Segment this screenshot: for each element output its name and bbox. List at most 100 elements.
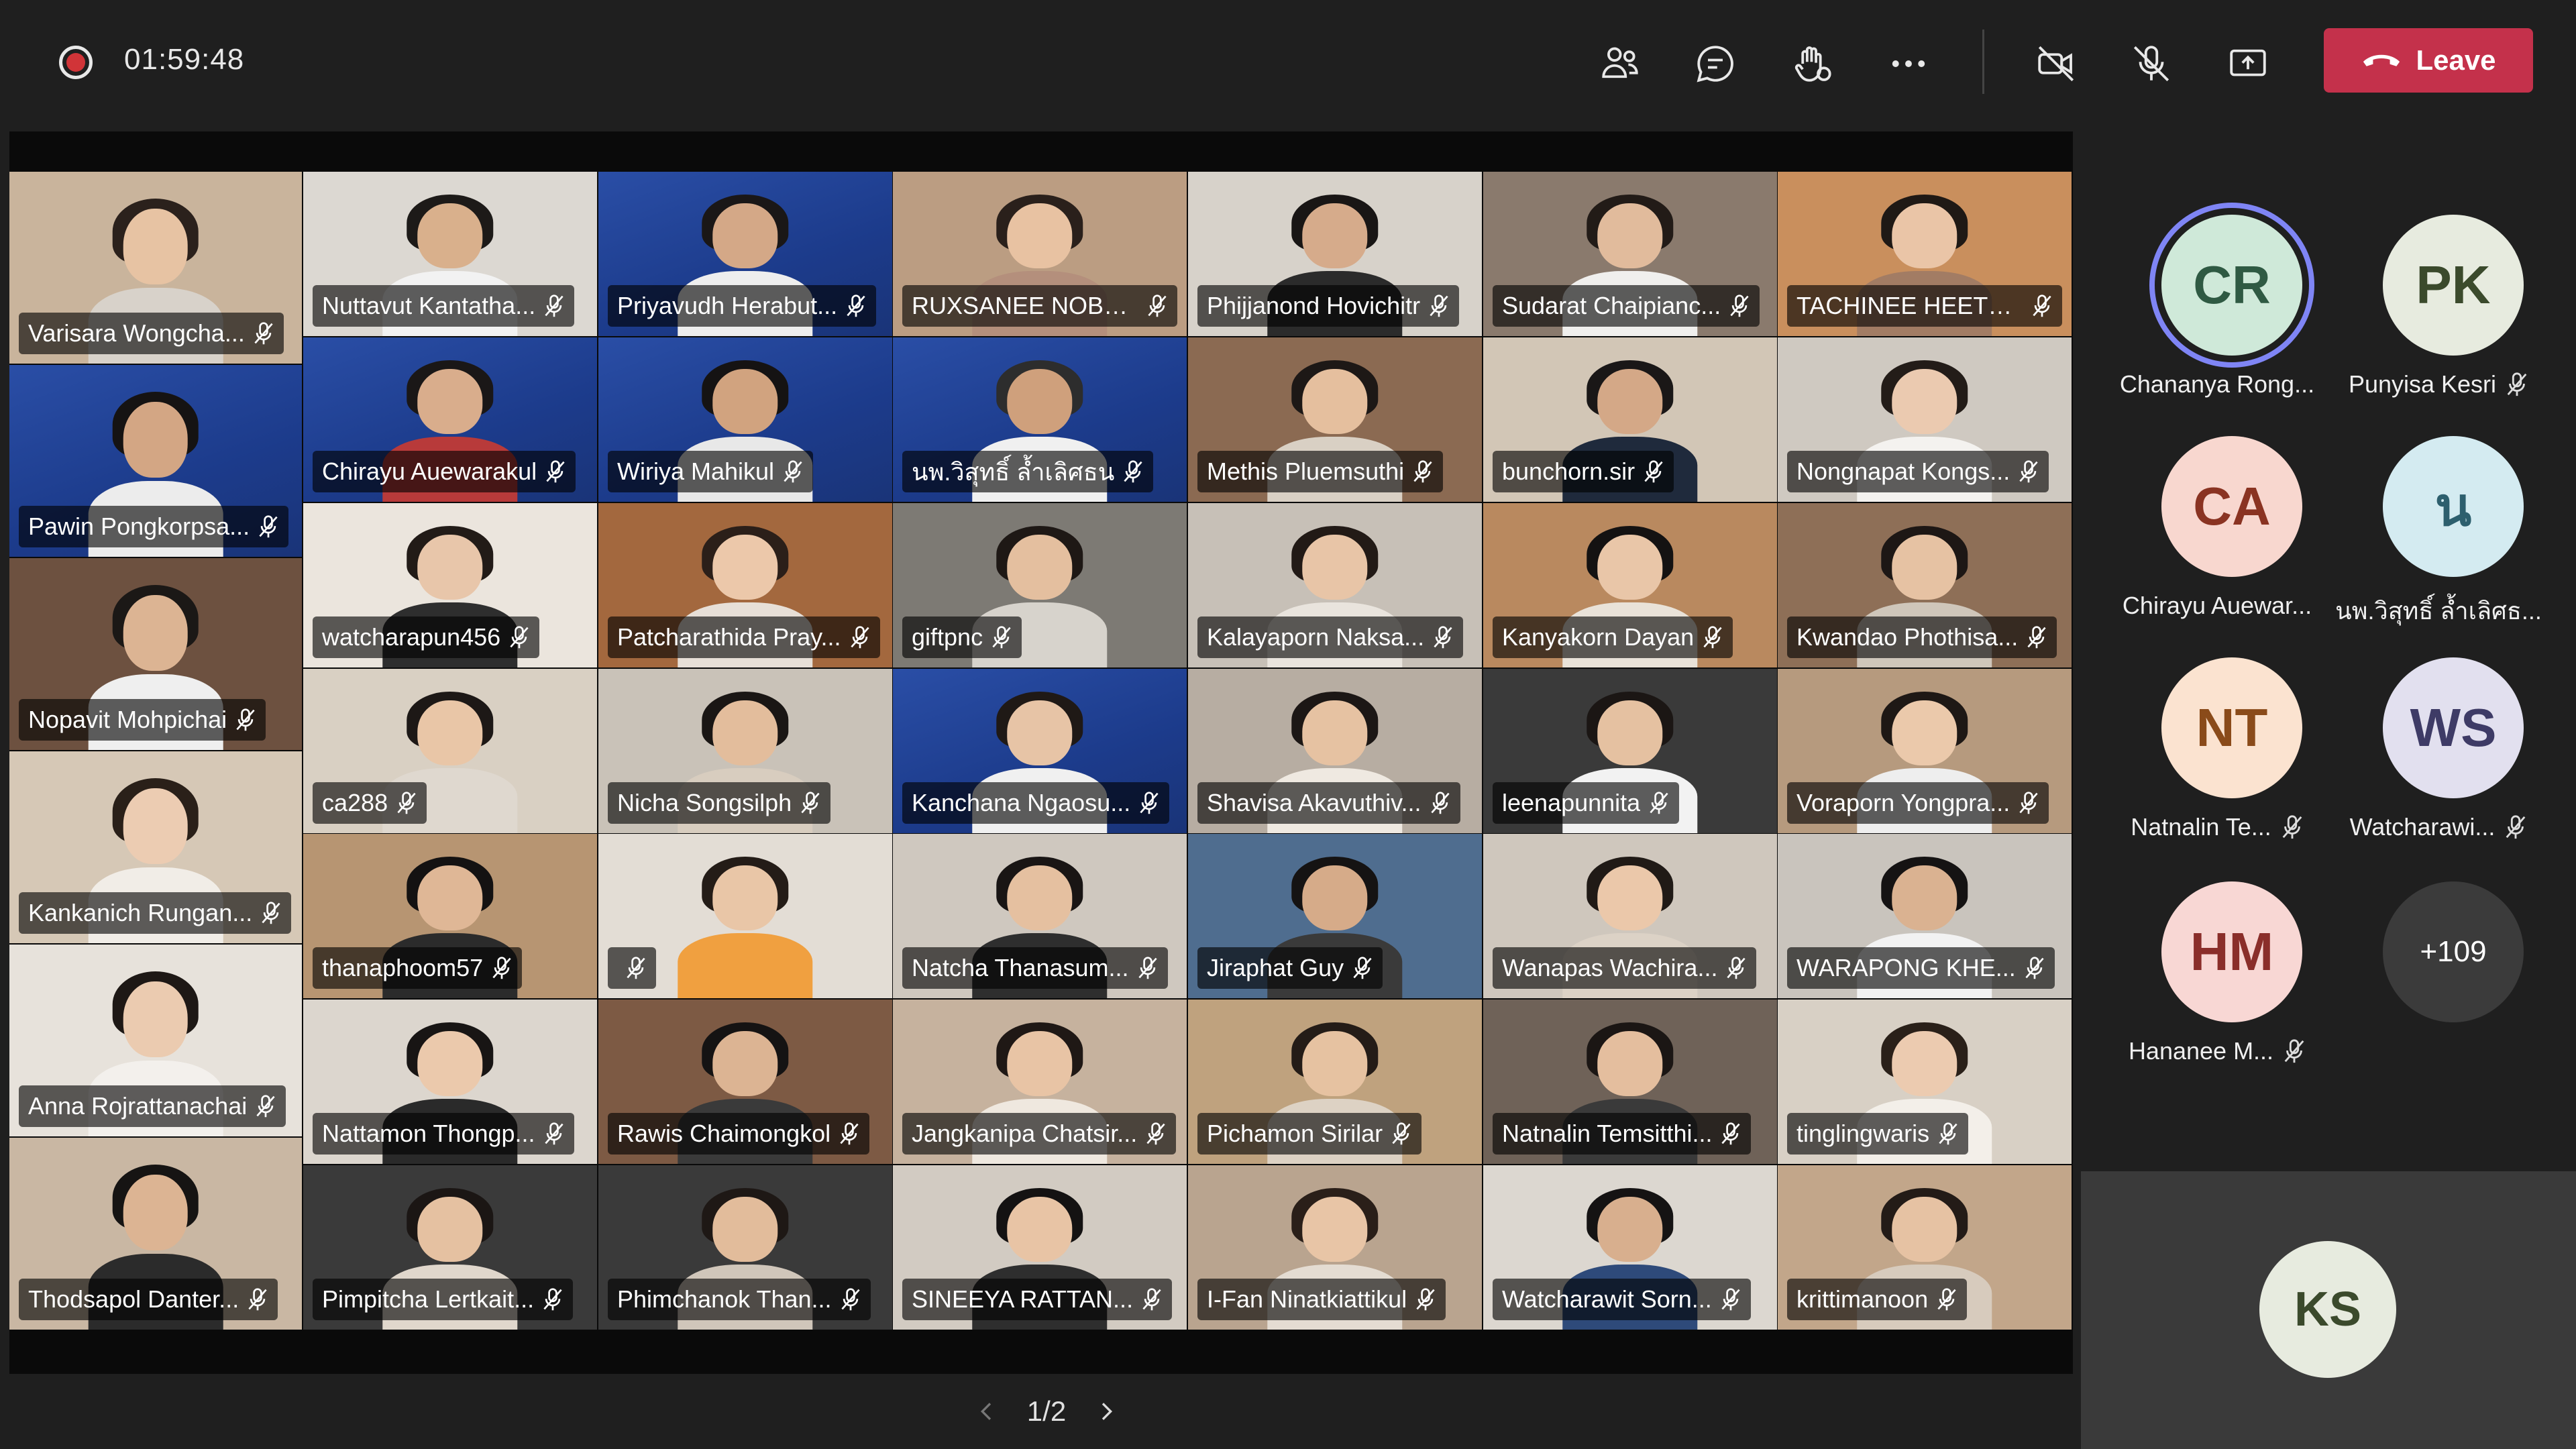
meeting-timer: 01:59:48 xyxy=(124,43,245,76)
roster-participant[interactable]: นนพ.วิสุทธิ์ ล้ำเลิศธ... xyxy=(2328,436,2549,651)
participant-video-tile[interactable]: Natnalin Temsitthi... xyxy=(1483,1000,1777,1164)
self-avatar: KS xyxy=(2259,1241,2396,1378)
participant-name-label: Natnalin Temsitthi... xyxy=(1493,1113,1752,1155)
mic-muted-icon xyxy=(491,956,513,980)
participant-video-tile[interactable]: Wiriya Mahikul xyxy=(598,337,892,502)
participant-video-tile[interactable]: TACHINEE HEETCH... xyxy=(1778,172,2072,336)
participant-name: SINEEYA RATTAN... xyxy=(912,1285,1134,1313)
participant-video-tile[interactable]: Nicha Songsilph xyxy=(598,669,892,833)
participant-video-tile[interactable]: Shavisa Akavuthiv... xyxy=(1188,669,1482,833)
roster-participant[interactable]: WS Watcharawi... xyxy=(2328,657,2549,872)
participant-name: watcharapun456 xyxy=(322,623,501,651)
participant-video-tile[interactable]: tinglingwaris xyxy=(1778,1000,2072,1164)
participant-avatar: HM xyxy=(2161,881,2302,1022)
participant-video-tile[interactable]: Methis Pluemsuthi xyxy=(1188,337,1482,502)
participant-video-tile[interactable]: Natcha Thanasum... xyxy=(893,834,1187,998)
participant-video-tile[interactable]: นพ.วิสุทธิ์ ล้ำเลิศธน xyxy=(893,337,1187,502)
mic-muted-icon xyxy=(625,956,647,980)
participant-video-tile[interactable]: Kanchana Ngaosu... xyxy=(893,669,1187,833)
participant-video-feed xyxy=(678,857,813,998)
participant-video-tile[interactable]: Phijjanond Hovichitr xyxy=(1188,172,1482,336)
participant-video-tile[interactable]: SINEEYA RATTAN... xyxy=(893,1165,1187,1330)
mic-muted-icon xyxy=(543,1122,565,1146)
participant-video-tile[interactable]: Nuttavut Kantatha... xyxy=(303,172,597,336)
participant-video-tile[interactable]: Wanapas Wachira... xyxy=(1483,834,1777,998)
participant-video-tile[interactable]: Thodsapol Danter... xyxy=(9,1138,302,1330)
show-participants-button[interactable] xyxy=(1590,34,1650,94)
mic-muted-icon xyxy=(1729,294,1750,318)
participant-video-tile[interactable]: Kalayaporn Naksa... xyxy=(1188,503,1482,667)
participant-video-tile[interactable]: Anna Rojrattanachai xyxy=(9,945,302,1136)
participant-video-tile[interactable]: krittimanoon xyxy=(1778,1165,2072,1330)
participant-video-tile[interactable]: Pichamon Sirilar xyxy=(1188,1000,1482,1164)
participant-video-tile[interactable]: Jiraphat Guy xyxy=(1188,834,1482,998)
more-participants-button[interactable]: +109 xyxy=(2328,881,2549,1096)
show-chat-button[interactable] xyxy=(1685,34,1746,94)
roster-participant[interactable]: HM Hananee M... xyxy=(2106,881,2328,1096)
gallery-pagination: 1/2 xyxy=(966,1390,1127,1433)
mic-muted-icon xyxy=(542,1287,564,1311)
participant-video-tile[interactable]: Priyavudh Herabut... xyxy=(598,172,892,336)
participant-avatar: NT xyxy=(2161,657,2302,798)
participant-video-tile[interactable]: Kanyakorn Dayan xyxy=(1483,503,1777,667)
mic-muted-icon xyxy=(1702,625,1723,649)
mic-muted-icon xyxy=(2031,294,2053,318)
participant-video-tile[interactable]: giftpnc xyxy=(893,503,1187,667)
participant-video-tile[interactable]: Voraporn Yongpra... xyxy=(1778,669,2072,833)
participant-video-tile[interactable]: Patcharathida Pray... xyxy=(598,503,892,667)
participant-video-tile[interactable]: Varisara Wongcha... xyxy=(9,172,302,364)
participant-video-tile[interactable]: Nattamon Thongp... xyxy=(303,1000,597,1164)
self-view[interactable]: KS xyxy=(2081,1171,2576,1449)
leave-button[interactable]: Leave xyxy=(2324,28,2533,93)
participant-video-tile[interactable]: Watcharawit Sorn... xyxy=(1483,1165,1777,1330)
participant-video-tile[interactable]: RUXSANEE NOBN... xyxy=(893,172,1187,336)
participant-name: Kalayaporn Naksa... xyxy=(1207,623,1425,651)
roster-participant[interactable]: NT Natnalin Te... xyxy=(2106,657,2328,872)
participant-video-tile[interactable]: Phimchanok Than... xyxy=(598,1165,892,1330)
participant-video-tile[interactable]: Jangkanipa Chatsir... xyxy=(893,1000,1187,1164)
participant-name: Natnalin Temsitthi... xyxy=(1502,1120,1713,1147)
participant-video-tile[interactable]: Kwandao Phothisa... xyxy=(1778,503,2072,667)
mic-muted-icon xyxy=(396,791,417,815)
mic-muted-icon xyxy=(2506,372,2528,397)
camera-toggle-button[interactable] xyxy=(2026,34,2086,94)
participant-name-label: ca288 xyxy=(313,782,427,824)
mic-muted-icon xyxy=(2283,1038,2306,1064)
roster-participant[interactable]: PK Punyisa Kesri xyxy=(2328,215,2549,429)
participant-video-tile[interactable]: Pawin Pongkorpsa... xyxy=(9,365,302,557)
mic-muted-icon xyxy=(545,460,566,484)
participant-video-tile[interactable]: I-Fan Ninatkiattikul xyxy=(1188,1165,1482,1330)
mic-muted-icon xyxy=(2024,956,2045,980)
raise-hand-button[interactable] xyxy=(1782,34,1842,94)
participant-video-tile[interactable]: Sudarat Chaipianc... xyxy=(1483,172,1777,336)
chevron-right-icon[interactable] xyxy=(1093,1398,1120,1425)
participant-name: Pimpitcha Lertkait... xyxy=(322,1285,535,1313)
more-options-button[interactable] xyxy=(1878,34,1939,94)
participant-video-tile[interactable]: Pimpitcha Lertkait... xyxy=(303,1165,597,1330)
participant-video-tile[interactable]: leenapunnita xyxy=(1483,669,1777,833)
participant-name-label: Natcha Thanasum... xyxy=(902,947,1168,989)
participant-video-tile[interactable]: WARAPONG KHE... xyxy=(1778,834,2072,998)
participant-video-tile[interactable] xyxy=(598,834,892,998)
participant-name: Anna Rojrattanachai xyxy=(28,1092,248,1120)
participant-video-tile[interactable]: thanaphoom57 xyxy=(303,834,597,998)
participant-name-label: Nopavit Mohpichai xyxy=(19,699,266,741)
participant-video-tile[interactable]: ca288 xyxy=(303,669,597,833)
roster-participant[interactable]: CA Chirayu Auewar... xyxy=(2106,436,2328,651)
participant-video-tile[interactable]: Rawis Chaimongkol xyxy=(598,1000,892,1164)
participant-video-tile[interactable]: Nopavit Mohpichai xyxy=(9,558,302,750)
mic-muted-icon xyxy=(849,625,871,649)
participant-video-tile[interactable]: bunchorn.sir xyxy=(1483,337,1777,502)
mic-toggle-button[interactable] xyxy=(2121,34,2182,94)
mic-muted-icon xyxy=(1141,1287,1163,1311)
participant-video-tile[interactable]: Nongnapat Kongs... xyxy=(1778,337,2072,502)
share-screen-button[interactable] xyxy=(2218,34,2278,94)
people-icon xyxy=(1602,47,1638,78)
chevron-left-icon[interactable] xyxy=(973,1398,1000,1425)
roster-participant[interactable]: CR Chananya Rong... xyxy=(2106,215,2328,429)
participant-video-tile[interactable]: watcharapun456 xyxy=(303,503,597,667)
participant-name-label: leenapunnita xyxy=(1493,782,1680,824)
participant-video-tile[interactable]: Kankanich Rungan... xyxy=(9,751,302,943)
participant-video-tile[interactable]: Chirayu Auewarakul xyxy=(303,337,597,502)
mic-muted-icon xyxy=(1648,791,1670,815)
